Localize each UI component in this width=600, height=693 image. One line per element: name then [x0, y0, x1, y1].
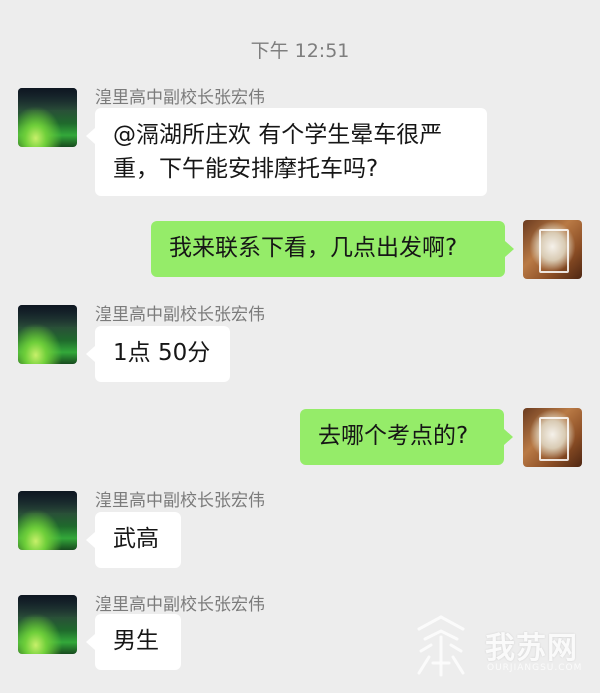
- avatar[interactable]: [18, 595, 77, 654]
- sender-name: 湟里高中副校长张宏伟: [95, 595, 265, 615]
- message-bubble[interactable]: 去哪个考点的?: [300, 409, 513, 465]
- message-bubble[interactable]: 武高: [86, 512, 181, 568]
- watermark-text: 我苏网: [485, 631, 578, 666]
- sender-name: 湟里高中副校长张宏伟: [95, 491, 265, 511]
- message-text: 我来联系下看，几点出发啊?: [169, 235, 458, 261]
- message-text: 去哪个考点的?: [318, 423, 469, 449]
- avatar[interactable]: [18, 491, 77, 550]
- message-line: @滆湖所庄欢 有个学生晕车很严: [113, 122, 443, 148]
- message-bubble[interactable]: 我来联系下看，几点出发啊?: [151, 221, 514, 277]
- message-bubble[interactable]: @滆湖所庄欢 有个学生晕车很严 重，下午能安排摩托车吗?: [86, 108, 487, 196]
- avatar[interactable]: [18, 305, 77, 364]
- chat-timestamp: 下午 12:51: [250, 40, 350, 62]
- message-text: 男生: [113, 628, 159, 654]
- avatar[interactable]: [523, 408, 582, 467]
- message-text: 武高: [113, 526, 159, 552]
- watermark-logo: 我苏网 OURJIANGSU.COM: [411, 611, 586, 681]
- watermark-subtext: OURJIANGSU.COM: [487, 663, 583, 673]
- message-line: 重，下午能安排摩托车吗?: [113, 156, 379, 182]
- message-bubble[interactable]: 1点 50分: [86, 326, 230, 382]
- avatar[interactable]: [523, 220, 582, 279]
- message-bubble[interactable]: 男生: [86, 614, 181, 670]
- sender-name: 湟里高中副校长张宏伟: [95, 305, 265, 325]
- message-text: 1点 50分: [113, 340, 211, 366]
- watermark-emblem-icon: [417, 615, 465, 677]
- avatar[interactable]: [18, 88, 77, 147]
- sender-name: 湟里高中副校长张宏伟: [95, 88, 265, 108]
